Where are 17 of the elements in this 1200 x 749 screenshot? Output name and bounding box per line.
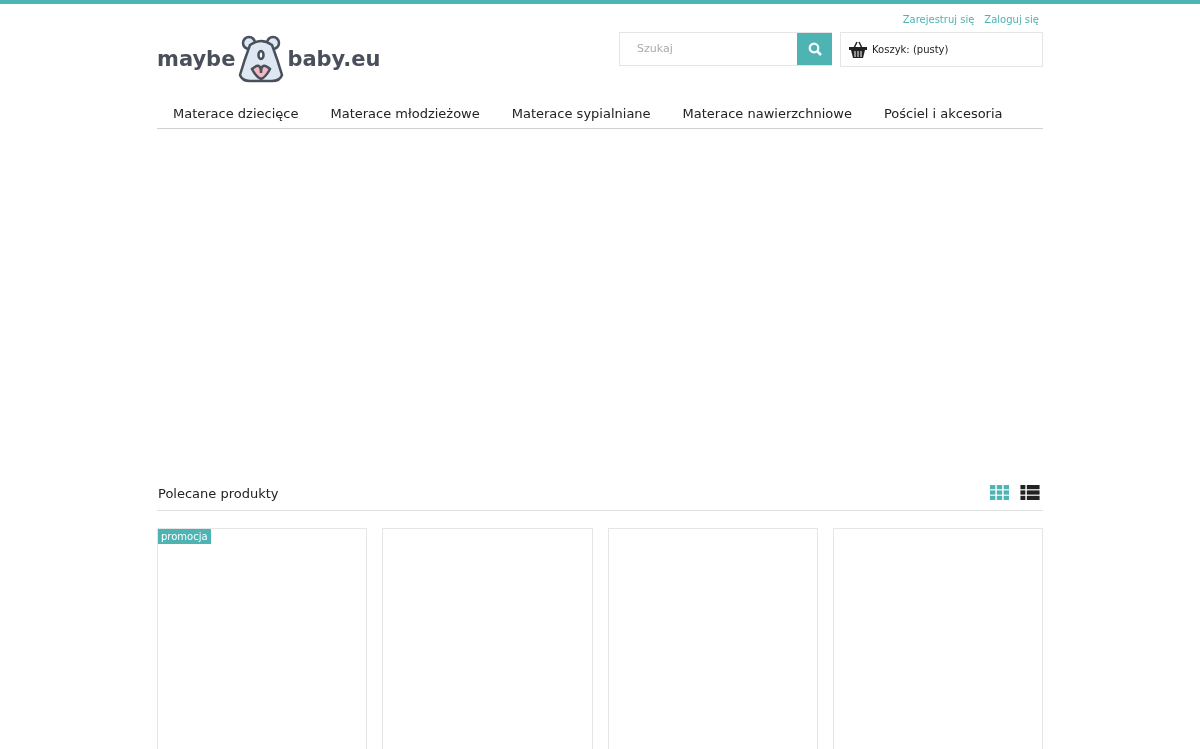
search-button[interactable] <box>797 33 832 65</box>
promo-badge: promocja <box>158 528 211 544</box>
menu-item[interactable]: Materace nawierzchniowe <box>666 104 868 128</box>
search-icon <box>807 42 822 56</box>
section-title: Polecane produkty <box>157 485 279 503</box>
menu-item[interactable]: Materace młodzieżowe <box>314 104 496 128</box>
site-logo[interactable]: maybe baby.eu <box>157 35 381 83</box>
logo-text: baby.eu <box>287 48 381 70</box>
list-view-icon[interactable] <box>1020 484 1040 500</box>
grid-view-icon[interactable] <box>990 484 1009 500</box>
menu-item[interactable]: Pościel i akcesoria <box>867 104 1019 128</box>
koala-logo-icon <box>238 35 285 83</box>
logo-text: maybe <box>157 48 236 70</box>
menu-item[interactable]: Materace dziecięce <box>157 104 315 128</box>
cart-button[interactable]: Koszyk: (pusty) <box>840 32 1043 67</box>
menu-item[interactable]: Materace sypialniane <box>495 104 667 128</box>
basket-icon <box>849 41 867 58</box>
